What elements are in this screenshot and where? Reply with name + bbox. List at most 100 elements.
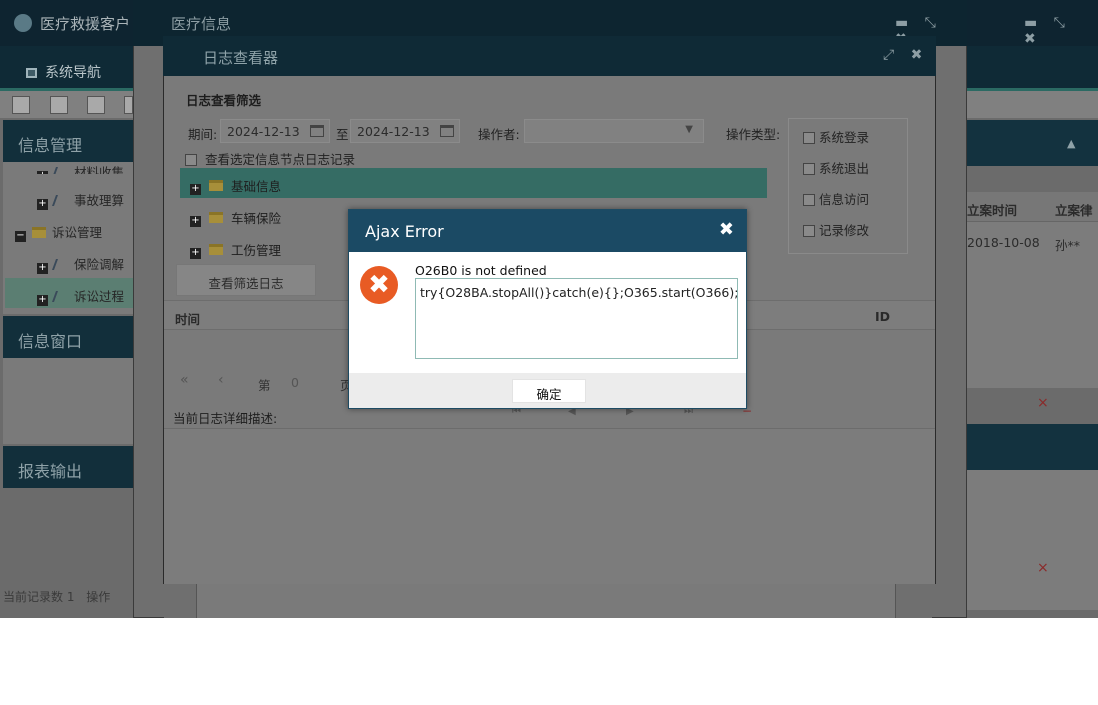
close-icon[interactable]: ✖ (719, 221, 734, 239)
tree-item-label: 材料收集 (74, 165, 125, 174)
node-only-option[interactable]: 查看选定信息节点日志记录 (185, 149, 355, 168)
checkbox[interactable] (803, 225, 815, 237)
ok-button[interactable]: 确定 (512, 379, 586, 403)
date-from-field[interactable]: 2024-12-13 (220, 119, 330, 143)
tab-label: 系统导航 (45, 65, 101, 81)
column-header-time[interactable]: 时间 (175, 309, 200, 328)
first-page-icon[interactable]: « (180, 372, 189, 388)
collapse-icon[interactable]: − (15, 231, 26, 242)
search-icon[interactable] (12, 96, 30, 114)
dialog-title: Ajax Error (365, 222, 444, 241)
app-logo-icon (14, 14, 32, 32)
grid-cell: 2018-10-08 (967, 235, 1040, 250)
panel-title: 信息管理 (18, 136, 83, 155)
tree-item-litigation-process[interactable]: + 诉讼过程 (5, 278, 133, 308)
tree-item-material[interactable]: + 材料收集 (37, 162, 124, 174)
panel-info-mgmt-header[interactable]: 信息管理 (3, 120, 133, 162)
node-basic-info[interactable]: + 基础信息 (180, 168, 767, 198)
detail-label: 当前日志详细描述: (173, 411, 278, 426)
checkbox[interactable] (185, 154, 197, 166)
tool-icon (51, 291, 71, 302)
window-title: 医疗信息 (171, 15, 232, 33)
dialog-footer: 确定 (349, 373, 746, 408)
node-only-label: 查看选定信息节点日志记录 (205, 152, 356, 167)
tree-item-label: 诉讼管理 (52, 225, 103, 240)
document-icon[interactable] (87, 96, 105, 114)
expand-icon[interactable]: + (37, 263, 48, 274)
delete-icon[interactable]: × (1037, 560, 1049, 576)
info-window-body (3, 358, 133, 444)
status-op-label: 操作 (86, 590, 111, 604)
checkbox[interactable] (803, 163, 815, 175)
op-type-list: 系统登录 系统退出 信息访问 记录修改 (788, 118, 908, 254)
to-label: 至 (336, 127, 349, 142)
tree-item-label: 事故理算 (74, 193, 125, 208)
ajax-error-dialog: Ajax Error ✖ ✖ O26B0 is not defined try{… (348, 209, 747, 409)
op-type-login[interactable]: 系统登录 (803, 127, 869, 146)
main-window-controls[interactable]: ▬ ⤡ ✖ (1024, 15, 1098, 47)
op-type-access[interactable]: 信息访问 (803, 189, 869, 208)
list-icon[interactable] (50, 96, 68, 114)
page-label: 第 (258, 378, 271, 393)
operator-select[interactable]: ▼ (524, 119, 704, 143)
delete-icon[interactable]: × (1037, 395, 1049, 411)
tree-item-label: 诉讼过程 (74, 289, 125, 304)
expand-icon[interactable]: + (190, 216, 201, 227)
column-header[interactable]: 立案律 (1055, 200, 1093, 219)
right-panel-body-2: × (967, 470, 1098, 610)
mid-bottom-strip (164, 584, 932, 618)
error-message: O26B0 is not defined (415, 263, 547, 278)
expand-icon[interactable]: + (37, 199, 48, 210)
page-number-input[interactable]: 0 (291, 375, 299, 390)
status-bar: 当前记录数 1 操作 (3, 588, 131, 610)
expand-icon[interactable]: + (37, 171, 48, 174)
dialog-title-bar: Ajax Error ✖ (349, 210, 746, 252)
panel-info-window-header[interactable]: 信息窗口 (3, 316, 133, 358)
tool-icon (51, 195, 71, 206)
op-type-modify[interactable]: 记录修改 (803, 220, 869, 239)
panel-title: 报表输出 (18, 462, 83, 481)
info-mgmt-tree: + 材料收集 + 事故理算 − 诉讼管理 + 保险调解 + 诉讼过程 (3, 162, 133, 314)
case-grid: 立案时间 立案律 2018-10-08 孙** × (967, 192, 1098, 411)
checkbox[interactable] (803, 194, 815, 206)
view-filtered-log-button[interactable]: 查看筛选日志 (176, 264, 316, 296)
collapse-up-icon[interactable]: ▲ (1067, 137, 1075, 150)
expand-icon[interactable]: + (190, 184, 201, 195)
bottom-panel (196, 584, 896, 618)
calendar-icon[interactable] (310, 125, 324, 137)
op-type-label: 操作类型: (726, 127, 781, 142)
print-icon[interactable] (124, 96, 133, 114)
tree-item-accident[interactable]: + 事故理算 (37, 190, 124, 212)
log-viewer-title-bar: 日志查看器 ⤢ ✖ (163, 36, 936, 76)
date-to-field[interactable]: 2024-12-13 (350, 119, 460, 143)
tree-item-litigation[interactable]: − 诉讼管理 (15, 222, 102, 244)
op-type-label: 记录修改 (819, 223, 870, 238)
op-type-label: 系统登录 (819, 130, 870, 145)
node-label: 工伤管理 (231, 243, 282, 258)
operator-label: 操作者: (478, 127, 520, 142)
checkbox[interactable] (803, 132, 815, 144)
filter-section-title: 日志查看筛选 (186, 93, 262, 108)
tab-system-nav[interactable]: 系统导航 (8, 52, 113, 88)
error-detail-textarea[interactable]: try{O28BA.stopAll()}catch(e){};O365.star… (415, 278, 738, 359)
tree-item-mediation[interactable]: + 保险调解 (37, 254, 124, 276)
panel-title: 信息窗口 (18, 332, 83, 351)
tree-item-label: 保险调解 (74, 257, 125, 272)
calendar-icon[interactable] (440, 125, 454, 137)
log-window-controls[interactable]: ⤢ ✖ (883, 47, 928, 63)
op-type-logout[interactable]: 系统退出 (803, 158, 869, 177)
op-type-label: 系统退出 (819, 161, 870, 176)
folder-icon (32, 227, 46, 238)
column-header[interactable]: 立案时间 (967, 200, 1017, 219)
expand-icon[interactable]: + (190, 248, 201, 259)
panel-report-header[interactable]: 报表输出 (3, 446, 133, 488)
column-header-id[interactable]: ID (875, 309, 890, 324)
node-label: 车辆保险 (231, 211, 282, 226)
prev-page-icon[interactable]: ‹ (218, 372, 224, 388)
chevron-down-icon[interactable]: ▼ (685, 124, 693, 135)
tool-icon (51, 167, 71, 174)
record-count: 当前记录数 1 (3, 590, 75, 604)
nav-icon (26, 68, 37, 78)
folder-icon (209, 212, 223, 223)
expand-icon[interactable]: + (37, 295, 48, 306)
